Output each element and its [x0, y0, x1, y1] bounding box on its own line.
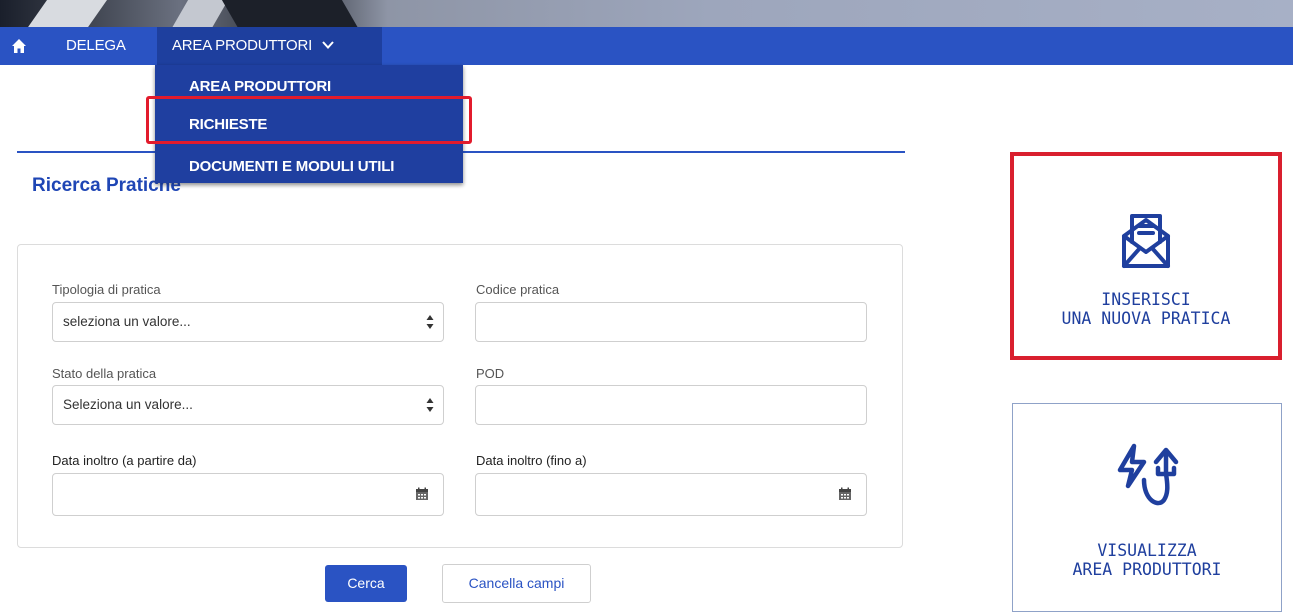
new-practice-label: INSERISCI UNA NUOVA PRATICA [1014, 290, 1278, 328]
tipologia-select[interactable]: seleziona un valore... [52, 302, 444, 342]
producer-area-tile[interactable]: VISUALIZZA AREA PRODUTTORI [1012, 403, 1282, 612]
clear-fields-button[interactable]: Cancella campi [442, 564, 591, 603]
pod-input[interactable] [475, 385, 867, 425]
stato-label: Stato della pratica [52, 366, 157, 381]
chevron-down-icon [322, 27, 334, 65]
energy-plug-icon [1117, 443, 1179, 506]
search-button[interactable]: Cerca [325, 565, 407, 602]
home-icon[interactable] [8, 36, 30, 56]
main-navbar: DELEGA AREA PRODUTTORI [0, 27, 1293, 65]
producer-area-line1: VISUALIZZA [1097, 541, 1197, 560]
menu-item-documenti-moduli-overlay[interactable]: DOCUMENTI E MODULI UTILI [155, 149, 463, 185]
producer-area-line2: AREA PRODUTTORI [1072, 560, 1222, 579]
codice-input[interactable] [475, 302, 867, 342]
new-practice-line1: INSERISCI [1101, 290, 1191, 309]
stato-select[interactable]: Seleziona un valore... [52, 385, 444, 425]
data-da-label: Data inoltro (a partire da) [52, 453, 197, 468]
richieste-highlight-box [146, 96, 472, 144]
pod-label: POD [476, 366, 505, 381]
nav-item-label: AREA PRODUTTORI [172, 37, 313, 54]
producer-area-label: VISUALIZZA AREA PRODUTTORI [1013, 541, 1281, 579]
calendar-icon[interactable] [415, 487, 429, 501]
stato-value: Seleziona un valore... [63, 397, 193, 412]
select-arrows-icon [426, 398, 434, 412]
tipologia-label: Tipologia di pratica [52, 282, 161, 297]
select-arrows-icon [426, 315, 434, 329]
calendar-icon[interactable] [838, 487, 852, 501]
nav-item-delega[interactable]: DELEGA [66, 27, 126, 65]
tipologia-value: seleziona un valore... [63, 314, 191, 329]
header-banner [0, 0, 1293, 27]
new-practice-line2: UNA NUOVA PRATICA [1061, 309, 1231, 328]
data-a-label: Data inoltro (fino a) [476, 453, 587, 468]
codice-label: Codice pratica [476, 282, 560, 297]
data-a-input[interactable] [475, 473, 867, 516]
data-da-input[interactable] [52, 473, 444, 516]
nav-item-area-produttori[interactable]: AREA PRODUTTORI [157, 27, 382, 65]
envelope-document-icon [1122, 214, 1170, 268]
new-practice-tile[interactable]: INSERISCI UNA NUOVA PRATICA [1010, 152, 1282, 360]
